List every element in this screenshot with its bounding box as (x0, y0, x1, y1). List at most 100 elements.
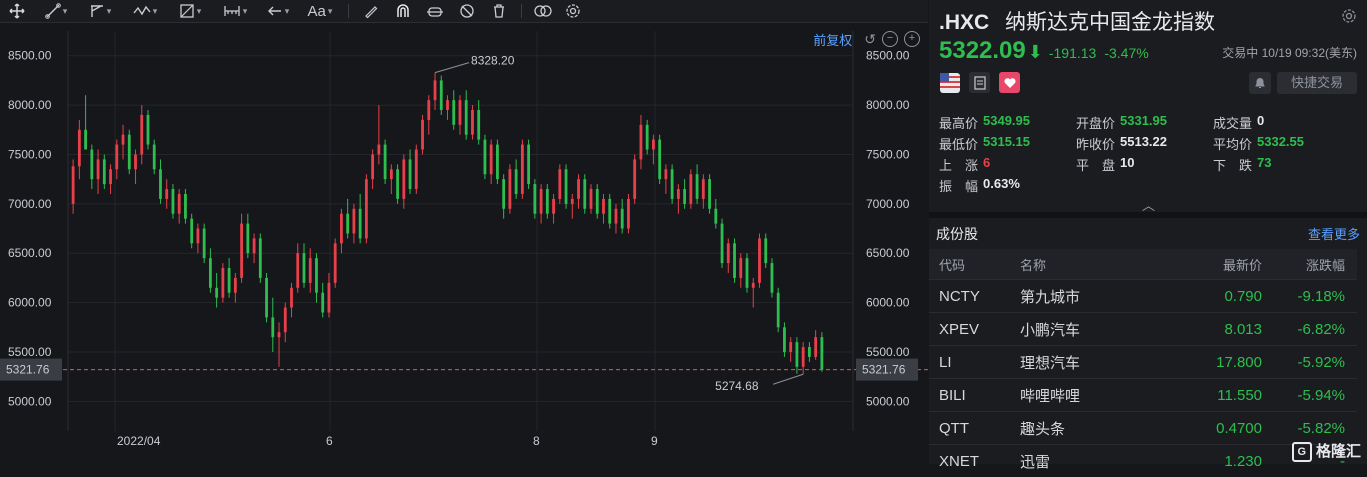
chart-controls: 前复权 ↺ − + (813, 23, 928, 55)
candle-body (240, 224, 243, 278)
cell-pct: -5.94% (1272, 379, 1357, 412)
candle-body (771, 263, 774, 293)
col-price[interactable]: 最新价 (1181, 249, 1272, 280)
wave-tool-icon[interactable]: ▾ (122, 0, 168, 22)
measure-tool-icon[interactable]: ▾ (212, 0, 258, 22)
stat-value: 73 (1257, 155, 1271, 174)
candle-body (140, 115, 143, 155)
stat-item: 最低价5315.15 (939, 134, 1076, 153)
candle-body (197, 229, 200, 244)
candle-body (820, 337, 823, 369)
move-icon[interactable] (0, 0, 34, 22)
lock-drawing-icon[interactable] (419, 0, 451, 22)
hide-drawing-icon[interactable] (451, 0, 483, 22)
candle-body (633, 159, 636, 199)
view-more-link[interactable]: 查看更多 (1308, 224, 1360, 244)
candle-body (459, 100, 462, 125)
candle-body (165, 189, 168, 199)
candle-body (84, 130, 87, 150)
candle-body (271, 317, 274, 337)
polyline-tool-icon[interactable]: ▾ (78, 0, 122, 22)
constituents-header: 成份股 查看更多 (936, 224, 1360, 244)
candle-body (365, 179, 368, 238)
reset-icon[interactable]: ↺ (864, 31, 876, 48)
notes-icon[interactable] (969, 72, 990, 93)
candle-body (733, 243, 736, 278)
watchlist-heart-icon[interactable] (999, 72, 1020, 93)
candle-body (540, 189, 543, 214)
cell-code: QTT (929, 412, 1012, 445)
candle-body (321, 293, 324, 313)
stat-label: 平均价 (1213, 134, 1252, 153)
link-icon[interactable] (528, 0, 558, 22)
quote-icons (939, 72, 1020, 93)
candle-body (221, 268, 224, 298)
panel-settings-icon[interactable] (1341, 8, 1357, 27)
x-tick-label: 6 (326, 434, 333, 448)
candle-body (621, 209, 624, 229)
stat-item: 振 幅0.63% (939, 176, 1076, 195)
current-price-label-left: 5321.76 (6, 363, 50, 377)
candle-body (396, 169, 399, 199)
col-code[interactable]: 代码 (929, 249, 1012, 280)
stat-label: 上 涨 (939, 155, 978, 174)
line-tool-icon[interactable]: ▾ (34, 0, 78, 22)
candle-body (390, 169, 393, 179)
candle-body (608, 199, 611, 224)
fib-tool-icon[interactable]: ▾ (168, 0, 212, 22)
candle-body (203, 229, 206, 259)
settings-gear-icon[interactable] (558, 0, 588, 22)
candle-body (808, 347, 811, 357)
zoom-in-icon[interactable]: + (904, 31, 920, 47)
candle-body (134, 154, 137, 169)
quote-panel: .HXC 纳斯达克中国金龙指数 5322.09 ⬇ -191.13 -3.47%… (929, 0, 1367, 464)
candle-body (508, 169, 511, 209)
cell-price: 0.790 (1181, 280, 1272, 313)
stat-value: 10 (1120, 155, 1134, 174)
candle-body (552, 199, 555, 214)
candle-body (334, 243, 337, 283)
candle-body (90, 150, 93, 180)
candle-body (571, 199, 574, 204)
candle-body (184, 194, 187, 219)
candle-body (527, 145, 530, 185)
stat-item: 上 涨6 (939, 155, 1076, 174)
y-tick-label-right: 6000.00 (866, 296, 910, 310)
y-tick-label-right: 7000.00 (866, 197, 910, 211)
kline-plot[interactable]: 8500.008500.008000.008000.007500.007500.… (0, 23, 928, 464)
table-row[interactable]: LI理想汽车17.800-5.92% (929, 346, 1357, 379)
zoom-out-icon[interactable]: − (882, 31, 898, 47)
stat-label: 平 盘 (1076, 155, 1115, 174)
cell-name: 小鹏汽车 (1012, 313, 1181, 346)
candle-body (78, 130, 81, 167)
table-header-row: 代码 名称 最新价 涨跌幅 (929, 249, 1357, 280)
table-row[interactable]: BILI哔哩哔哩11.550-5.94% (929, 379, 1357, 412)
price-adjust-toggle[interactable]: 前复权 (813, 30, 852, 49)
candle-body (315, 258, 318, 293)
candle-body (521, 145, 524, 194)
candle-body (371, 154, 374, 179)
candle-body (814, 337, 817, 357)
pencil-icon[interactable] (355, 0, 387, 22)
magnet-icon[interactable] (387, 0, 419, 22)
candle-body (627, 199, 630, 229)
trash-icon[interactable] (483, 0, 515, 22)
table-row[interactable]: XPEV小鹏汽车8.013-6.82% (929, 313, 1357, 346)
table-row[interactable]: NCTY第九城市0.790-9.18% (929, 280, 1357, 313)
candle-body (109, 169, 112, 184)
cell-name: 趣头条 (1012, 412, 1181, 445)
drawing-toolbar: ▾ ▾ ▾ ▾ ▾ ▾ Aa▾ (0, 0, 928, 23)
kline-chart[interactable]: 8500.008500.008000.008000.007500.007500.… (0, 23, 928, 464)
arrow-tool-icon[interactable]: ▾ (258, 0, 298, 22)
x-tick-label: 8 (533, 434, 540, 448)
col-name[interactable]: 名称 (1012, 249, 1181, 280)
stat-value: 5331.95 (1120, 113, 1167, 132)
quick-trade-button[interactable]: 快捷交易 (1277, 72, 1357, 94)
candle-body (377, 145, 380, 155)
x-tick-label: 2022/04 (117, 434, 161, 448)
alert-bell-icon[interactable] (1249, 72, 1271, 94)
text-tool[interactable]: Aa▾ (298, 0, 342, 22)
col-change[interactable]: 涨跌幅 (1272, 249, 1357, 280)
stat-value: 0 (1257, 113, 1264, 132)
y-tick-label-right: 5500.00 (866, 345, 910, 359)
